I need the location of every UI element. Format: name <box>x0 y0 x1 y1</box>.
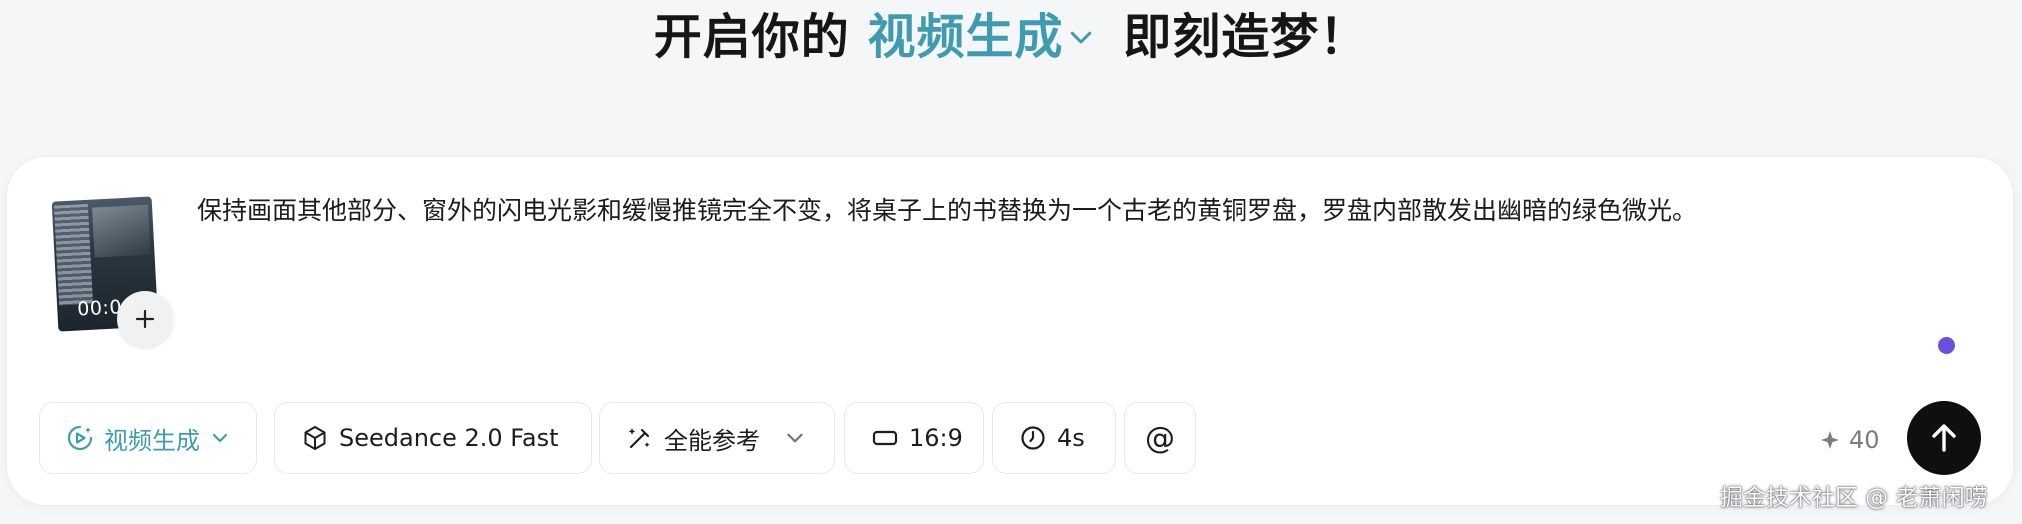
chevron-down-icon <box>787 433 803 443</box>
sparkle-icon <box>1821 431 1839 449</box>
aspect-ratio-select[interactable]: 16:9 <box>844 402 984 474</box>
thumbnail-timecode: 00:0 <box>76 296 123 321</box>
mention-label: @ <box>1145 420 1175 456</box>
page-title: 开启你的 视频生成 即刻造梦！ <box>0 6 2022 68</box>
title-prefix: 开启你的 <box>653 9 850 65</box>
model-select-label: Seedance 2.0 Fast <box>339 424 559 452</box>
reference-select-label: 全能参考 <box>664 426 760 455</box>
reference-media[interactable]: 00:0 <box>51 196 173 347</box>
video-generate-icon <box>67 425 93 451</box>
duration-select[interactable]: 4s <box>992 402 1116 474</box>
aspect-ratio-icon <box>872 430 898 446</box>
thumbnail-window <box>92 204 151 258</box>
cube-icon <box>304 426 326 450</box>
reference-select[interactable]: 全能参考 <box>599 402 835 474</box>
reference-wand-icon <box>628 428 650 449</box>
credits-value: 40 <box>1849 426 1880 454</box>
prompt-composer: 00:0 保持画面其他部分、窗外的闪电光影和缓慢推镜完全不变，将桌子上的书替换为… <box>6 156 2014 506</box>
title-suffix: 即刻造梦！ <box>1123 9 1369 65</box>
credits-cost: 40 <box>1819 425 1880 455</box>
mode-select[interactable]: 视频生成 <box>39 402 257 474</box>
status-dot <box>1938 337 1955 354</box>
chevron-down-icon <box>212 433 228 443</box>
prompt-input[interactable]: 保持画面其他部分、窗外的闪电光影和缓慢推镜完全不变，将桌子上的书替换为一个古老的… <box>197 191 1957 231</box>
aspect-ratio-label: 16:9 <box>909 424 963 452</box>
arrow-up-icon <box>1932 424 1956 452</box>
mention-button[interactable]: @ <box>1124 402 1196 474</box>
mode-select-label: 视频生成 <box>104 426 200 455</box>
thumbnail-blinds <box>53 203 94 306</box>
add-media-button[interactable] <box>117 291 173 347</box>
mode-dropdown[interactable]: 视频生成 <box>867 9 1105 65</box>
duration-label: 4s <box>1057 424 1085 452</box>
model-select[interactable]: Seedance 2.0 Fast <box>274 402 592 474</box>
mode-dropdown-label: 视频生成 <box>867 9 1064 65</box>
chevron-down-icon <box>1070 31 1091 44</box>
plus-icon <box>135 309 155 329</box>
submit-button[interactable] <box>1907 401 1981 475</box>
watermark: 掘金技术社区 @ 老萧闲唠 <box>1720 485 1988 511</box>
clock-icon <box>1021 426 1045 450</box>
